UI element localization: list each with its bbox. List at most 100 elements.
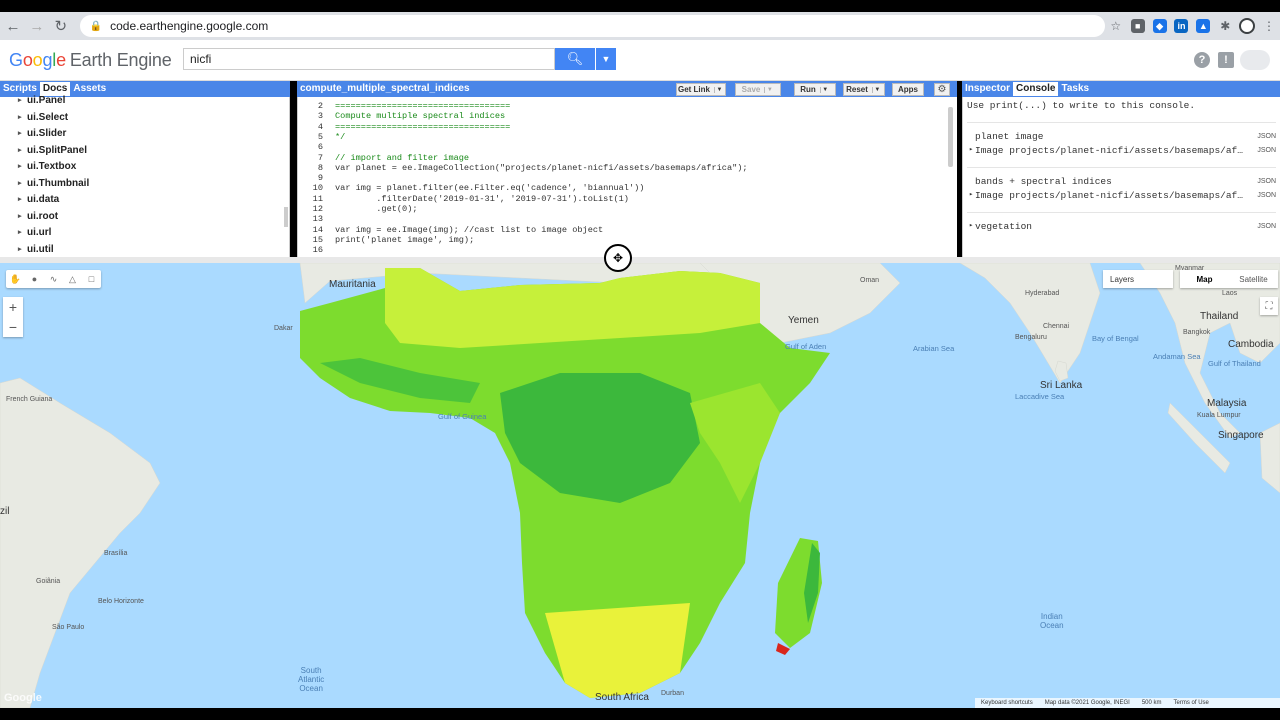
code-line[interactable]: 9: [298, 173, 323, 183]
help-icon[interactable]: ?: [1194, 52, 1210, 68]
json-link[interactable]: JSON: [1257, 221, 1276, 232]
google-map-logo: Google: [4, 692, 42, 704]
apps-button[interactable]: Apps: [892, 83, 924, 96]
rectangle-icon[interactable]: □: [82, 270, 101, 288]
code-line[interactable]: 12 .get(0);: [298, 204, 418, 214]
chevron-down-icon[interactable]: ▼: [819, 86, 830, 93]
code-line[interactable]: 3 Compute multiple spectral indices: [298, 111, 505, 121]
code-line[interactable]: 5 */: [298, 132, 346, 142]
docs-item[interactable]: ▸ ui.Thumbnail: [0, 176, 289, 193]
reset-button[interactable]: Reset ▼: [843, 83, 885, 96]
docs-scrollbar[interactable]: [284, 207, 288, 227]
docs-item-label: ui.SplitPanel: [27, 144, 88, 156]
json-link[interactable]: JSON: [1257, 176, 1276, 187]
account-avatar[interactable]: [1240, 50, 1270, 70]
code-line[interactable]: 4 ==================================: [298, 122, 511, 132]
label-south-atlantic-ocean: South Atlantic Ocean: [298, 666, 325, 693]
docs-item[interactable]: ▸ ui.SplitPanel: [0, 143, 289, 160]
save-button[interactable]: Save ▼: [735, 83, 781, 96]
tab-console[interactable]: Console: [1013, 82, 1059, 96]
feedback-icon[interactable]: !: [1218, 52, 1234, 68]
reset-label: Reset: [846, 85, 868, 94]
code-line[interactable]: 15 print('planet image', img);: [298, 235, 475, 245]
docs-item[interactable]: ▸ ui.Textbox: [0, 159, 289, 176]
docs-item[interactable]: ▸ ui.url: [0, 225, 289, 242]
code-text: var planet = ee.ImageCollection("project…: [335, 162, 748, 173]
get-link-button[interactable]: Get Link ▼: [676, 83, 726, 96]
map-type-satellite[interactable]: Satellite: [1229, 270, 1278, 288]
docs-item[interactable]: ▸ ui.Panel: [0, 93, 289, 110]
label-bangkok: Bangkok: [1183, 329, 1211, 336]
chevron-down-icon[interactable]: ▼: [871, 86, 882, 93]
code-line[interactable]: 13: [298, 214, 323, 224]
docs-item[interactable]: ▸ ui.Select: [0, 110, 289, 127]
code-line[interactable]: 10 var img = planet.filter(ee.Filter.eq('…: [298, 183, 645, 193]
expand-caret-icon[interactable]: ▸: [969, 190, 973, 201]
menu-kebab-icon[interactable]: ⋮: [1258, 15, 1280, 37]
code-editor[interactable]: 2 ================================== 3 Comp…: [297, 97, 957, 257]
code-line[interactable]: 7 // import and filter image: [298, 153, 469, 163]
line-number: 6: [317, 142, 323, 153]
code-line[interactable]: 16: [298, 245, 323, 255]
reload-icon[interactable]: ↻: [50, 15, 72, 37]
expand-caret-icon[interactable]: ▸: [969, 145, 973, 156]
forward-icon[interactable]: →: [26, 15, 48, 37]
code-line[interactable]: 11 .filterDate('2019-01-31', '2019-07-31…: [298, 194, 629, 204]
map-canvas[interactable]: Mauritania Yemen Oman Gulf of Aden Arabi…: [0, 263, 1280, 708]
tab-tasks[interactable]: Tasks: [1058, 82, 1092, 96]
json-link[interactable]: JSON: [1257, 145, 1276, 156]
docs-item[interactable]: ▸ ui.Slider: [0, 126, 289, 143]
console-entry[interactable]: planet image JSON: [975, 131, 1276, 142]
linkedin-icon[interactable]: in: [1171, 15, 1193, 37]
console-entry[interactable]: ▸ Image projects/planet-nicfi/assets/base…: [969, 190, 1276, 201]
code-line[interactable]: 6: [298, 142, 323, 152]
gear-icon[interactable]: ⚙: [934, 83, 950, 96]
back-icon[interactable]: ←: [2, 15, 24, 37]
puzzle-icon[interactable]: ✱: [1214, 15, 1236, 37]
splitter-drag-icon[interactable]: ✥: [604, 244, 632, 272]
profile-icon[interactable]: [1236, 15, 1258, 37]
docs-item[interactable]: ▸ ui.root: [0, 209, 289, 226]
console-entry[interactable]: ▸ Image projects/planet-nicfi/assets/base…: [969, 145, 1276, 156]
expand-caret-icon[interactable]: ▸: [969, 221, 973, 232]
docs-item[interactable]: ▸ ui.util: [0, 242, 289, 259]
json-link[interactable]: JSON: [1257, 190, 1276, 201]
search-input[interactable]: nicfi: [183, 48, 555, 70]
console-entry[interactable]: bands + spectral indices JSON: [975, 176, 1276, 187]
layers-button[interactable]: Layers: [1103, 270, 1173, 288]
polygon-icon[interactable]: △: [63, 270, 82, 288]
code-line[interactable]: 14 var img = ee.Image(img); //cast list t…: [298, 225, 604, 235]
zoom-out-icon[interactable]: −: [3, 317, 23, 337]
marker-icon[interactable]: ●: [25, 270, 44, 288]
json-link[interactable]: JSON: [1257, 131, 1276, 142]
pan-hand-icon[interactable]: ✋: [6, 270, 25, 288]
search-options-chevron-icon[interactable]: ▼: [596, 48, 616, 70]
keyboard-shortcuts-link[interactable]: Keyboard shortcuts: [981, 700, 1033, 706]
earth-engine-logo[interactable]: Google Earth Engine: [9, 50, 172, 71]
bookmark-star-icon[interactable]: ☆: [1105, 15, 1127, 37]
code-text: // import and filter image: [335, 152, 470, 163]
extension-1-icon[interactable]: ■: [1127, 15, 1149, 37]
tab-inspector[interactable]: Inspector: [962, 82, 1013, 96]
docs-item[interactable]: ▸ ui.data: [0, 192, 289, 209]
terms-link[interactable]: Terms of Use: [1174, 700, 1209, 706]
editor-scrollbar[interactable]: [948, 107, 953, 167]
extension-3-icon[interactable]: ▲: [1192, 15, 1214, 37]
chevron-down-icon[interactable]: ▼: [714, 86, 724, 93]
code-line[interactable]: 8 var planet = ee.ImageCollection("projec…: [298, 163, 748, 173]
logo-letter: G: [9, 50, 23, 70]
map-type-map[interactable]: Map: [1180, 270, 1229, 288]
run-button[interactable]: Run ▼: [794, 83, 836, 96]
address-bar[interactable]: 🔒 code.earthengine.google.com: [79, 15, 1105, 37]
polyline-icon[interactable]: ∿: [44, 270, 63, 288]
label-singapore: Singapore: [1218, 430, 1264, 441]
console-entry[interactable]: ▸ vegetation JSON: [969, 221, 1276, 232]
fullscreen-icon[interactable]: ⛶: [1260, 297, 1278, 315]
code-line[interactable]: 2 ==================================: [298, 101, 511, 111]
search-icon[interactable]: 🔍︎: [555, 48, 595, 70]
zoom-in-icon[interactable]: +: [3, 297, 23, 317]
label-bay-of-bengal: Bay of Bengal: [1092, 334, 1139, 343]
chevron-down-icon[interactable]: ▼: [764, 86, 774, 93]
extension-2-icon[interactable]: ◆: [1149, 15, 1171, 37]
expand-caret-icon: ▸: [18, 212, 22, 220]
